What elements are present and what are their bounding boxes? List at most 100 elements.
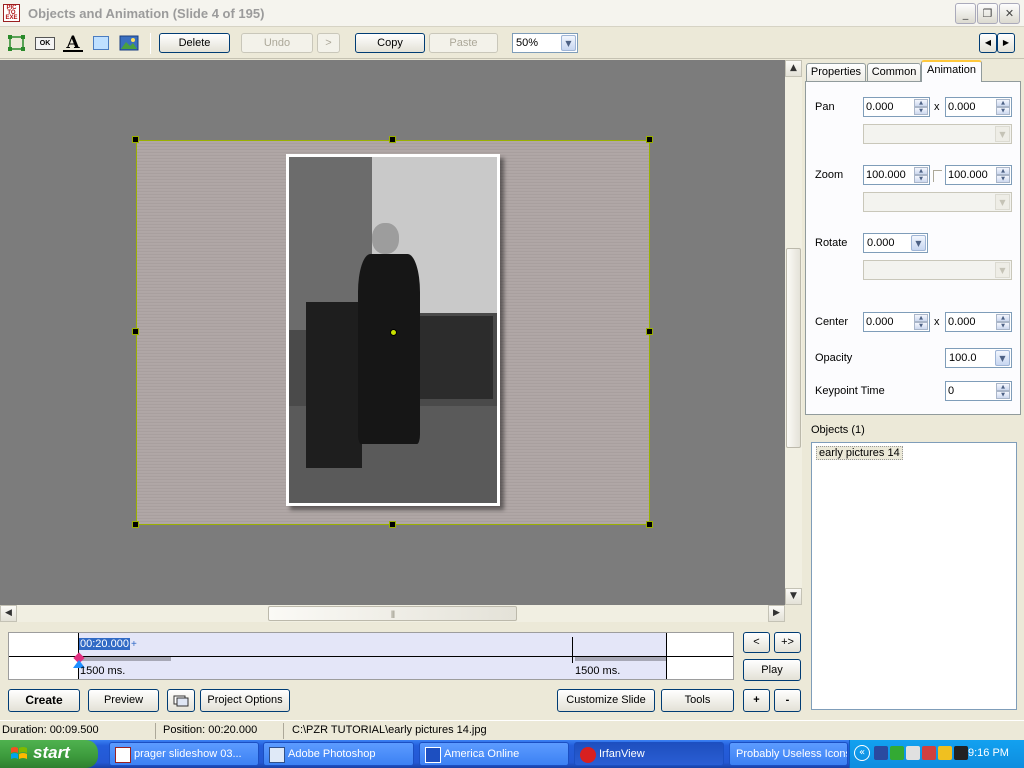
spin-buttons[interactable]: ▲ ▼ — [914, 314, 928, 330]
button-tool-icon[interactable]: OK — [35, 37, 55, 50]
resize-handle[interactable] — [389, 136, 396, 143]
tray-app-icon[interactable] — [922, 746, 936, 760]
chevron-down-icon[interactable]: ▼ — [911, 235, 926, 251]
resize-handle[interactable] — [132, 521, 139, 528]
spin-buttons[interactable]: ▲ ▼ — [996, 314, 1010, 330]
scroll-right-icon[interactable]: ▶ — [768, 605, 785, 622]
horizontal-scroll-thumb[interactable]: ||| — [268, 606, 517, 621]
prev-keypoint-button[interactable]: < — [743, 632, 770, 653]
undo-button[interactable]: Undo — [241, 33, 313, 53]
center-y-input[interactable]: 0.000 ▲ ▼ — [945, 312, 1012, 332]
zoom-select[interactable]: 50% ▼ — [512, 33, 578, 53]
spin-buttons[interactable]: ▲ ▼ — [996, 99, 1010, 115]
timeline[interactable]: 00:20.000 + 1500 ms. 1500 ms. — [8, 632, 734, 680]
antivirus-icon[interactable] — [890, 746, 904, 760]
task-america-online[interactable]: America Online — [419, 742, 569, 766]
transition-bar — [575, 657, 666, 661]
resize-handle[interactable] — [132, 328, 139, 335]
horizontal-scrollbar[interactable]: ◀ ||| ▶ — [0, 605, 785, 622]
zoom-y-input[interactable]: 100.000 ▲ ▼ — [945, 165, 1012, 185]
scroll-up-icon[interactable]: ▲ — [785, 60, 802, 77]
transition-in-duration: 1500 ms. — [80, 665, 126, 677]
resize-handle[interactable] — [646, 328, 653, 335]
task-irfanview[interactable]: IrfanView — [574, 742, 724, 766]
center-x-input[interactable]: 0.000 ▲ ▼ — [863, 312, 930, 332]
resize-handle[interactable] — [646, 136, 653, 143]
list-item[interactable]: early pictures 14 — [816, 446, 903, 460]
frame-tool-icon[interactable] — [93, 36, 109, 50]
paste-button[interactable]: Paste — [429, 33, 498, 53]
resize-handle[interactable] — [132, 136, 139, 143]
next-keypoint-button[interactable]: +> — [774, 632, 801, 653]
nav-next-button[interactable]: ▶ — [997, 33, 1015, 53]
transition-bar — [81, 657, 171, 661]
scroll-left-icon[interactable]: ◀ — [0, 605, 17, 622]
tab-animation[interactable]: Animation — [921, 60, 982, 82]
opacity-select[interactable]: 100.0 ▼ — [945, 348, 1012, 368]
vertical-scroll-thumb[interactable] — [786, 248, 801, 448]
zoom-value: 50% — [516, 37, 539, 49]
display-icon[interactable] — [906, 746, 920, 760]
restore-button[interactable]: ❐ — [977, 3, 998, 24]
start-button[interactable]: start — [0, 740, 98, 768]
copy-button[interactable]: Copy — [355, 33, 425, 53]
nav-prev-button[interactable]: ◀ — [979, 33, 997, 53]
redo-button[interactable]: > — [317, 33, 340, 53]
chevron-down-icon[interactable]: ▼ — [995, 350, 1010, 366]
spin-buttons[interactable]: ▲ ▼ — [914, 167, 928, 183]
taskbar: start prager slideshow 03... Adobe Photo… — [0, 740, 1024, 768]
slide-list-button[interactable] — [167, 689, 195, 712]
center-point-handle[interactable] — [390, 329, 397, 336]
project-options-button[interactable]: Project Options — [200, 689, 290, 712]
vertical-scrollbar[interactable]: ▲ ▼ — [785, 60, 802, 605]
tray-expand-icon[interactable]: « — [854, 745, 870, 761]
scroll-down-icon[interactable]: ▼ — [785, 588, 802, 605]
task-prager-slideshow[interactable]: prager slideshow 03... — [109, 742, 259, 766]
rectangle-select-icon[interactable] — [7, 34, 27, 52]
customize-slide-button[interactable]: Customize Slide — [557, 689, 655, 712]
task-probably-useless-icons[interactable]: Probably Useless Icons — [729, 742, 848, 766]
objects-list[interactable]: early pictures 14 — [811, 442, 1017, 710]
close-button[interactable]: ✕ — [999, 3, 1020, 24]
resize-handle[interactable] — [389, 521, 396, 528]
opacity-label: Opacity — [815, 352, 853, 364]
add-object-button[interactable]: + — [743, 689, 770, 712]
preview-button[interactable]: Preview — [88, 689, 159, 712]
tray-misc-icon[interactable] — [954, 746, 968, 760]
text-tool-icon[interactable]: A — [63, 34, 83, 52]
spin-buttons[interactable]: ▲ ▼ — [996, 383, 1010, 399]
tab-properties[interactable]: Properties — [806, 63, 866, 82]
chevron-down-icon[interactable]: ▼ — [561, 35, 576, 51]
keypoint-time-input[interactable]: 0 ▲ ▼ — [945, 381, 1012, 401]
create-button[interactable]: Create — [8, 689, 80, 712]
x-separator: x — [934, 101, 940, 113]
remove-object-button[interactable]: - — [774, 689, 801, 712]
rotate-value: 0.000 — [867, 237, 895, 249]
zoom-x-input[interactable]: 100.000 ▲ ▼ — [863, 165, 930, 185]
minimize-button[interactable]: _ — [955, 3, 976, 24]
image-tool-icon[interactable] — [119, 34, 139, 52]
system-tray: « 9:16 PM — [849, 740, 1024, 768]
slide-canvas[interactable] — [0, 60, 785, 605]
opacity-value: 100.0 — [949, 352, 977, 364]
play-button[interactable]: Play — [743, 659, 801, 681]
network-icon[interactable] — [874, 746, 888, 760]
clock[interactable]: 9:16 PM — [968, 747, 1009, 759]
task-adobe-photoshop[interactable]: Adobe Photoshop — [263, 742, 414, 766]
pan-x-input[interactable]: 0.000 ▲ ▼ — [863, 97, 930, 117]
keypoint-time-label: Keypoint Time — [815, 385, 885, 397]
rotate-select[interactable]: 0.000 ▼ — [863, 233, 928, 253]
delete-button[interactable]: Delete — [159, 33, 230, 53]
spin-buttons[interactable]: ▲ ▼ — [914, 99, 928, 115]
tools-button[interactable]: Tools — [661, 689, 734, 712]
resize-handle[interactable] — [646, 521, 653, 528]
task-label: Probably Useless Icons — [736, 748, 848, 760]
tab-common[interactable]: Common — [867, 63, 921, 82]
pan-y-input[interactable]: 0.000 ▲ ▼ — [945, 97, 1012, 117]
current-time-label[interactable]: 00:20.000 — [79, 638, 130, 650]
rotate-label: Rotate — [815, 237, 848, 249]
add-keypoint-marker[interactable]: + — [131, 639, 137, 650]
spin-buttons[interactable]: ▲ ▼ — [996, 167, 1010, 183]
volume-icon[interactable] — [938, 746, 952, 760]
zoom-link-checkbox[interactable] — [933, 170, 942, 182]
